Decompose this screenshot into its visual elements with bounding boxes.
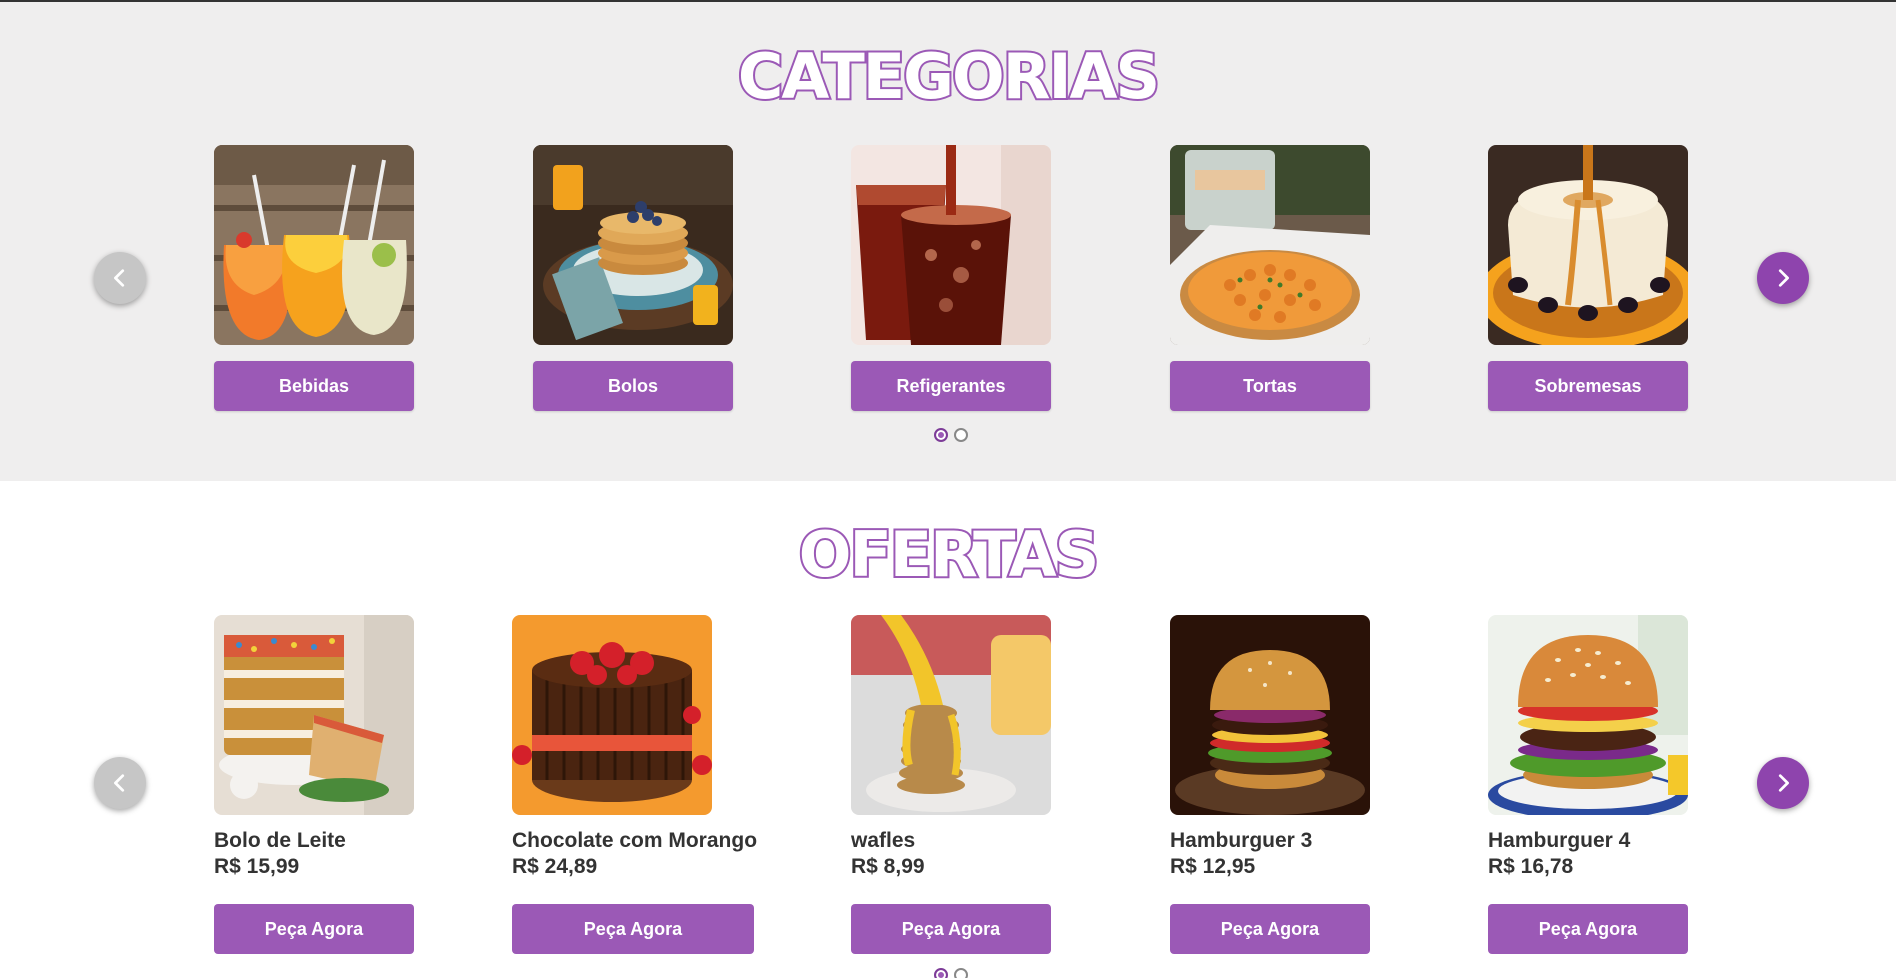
category-button-bolos[interactable]: Bolos bbox=[533, 361, 733, 411]
chevron-right-icon bbox=[1778, 269, 1789, 287]
offer-price-hamburguer-3: R$ 12,95 bbox=[1170, 855, 1256, 878]
category-image-tortas[interactable] bbox=[1170, 145, 1370, 345]
offers-title: OFERTAS bbox=[797, 516, 1101, 593]
category-button-refigerantes[interactable]: Refigerantes bbox=[851, 361, 1051, 411]
order-button-bolo-de-leite[interactable]: Peça Agora bbox=[214, 904, 414, 954]
offers-pagination bbox=[934, 968, 968, 978]
category-image-sobremesas[interactable] bbox=[1488, 145, 1688, 345]
offer-image-bolo-de-leite[interactable] bbox=[214, 615, 414, 815]
category-card-refigerantes: Refigerantes bbox=[851, 145, 1051, 411]
category-card-bolos: Bolos bbox=[533, 145, 733, 411]
chevron-left-icon bbox=[114, 774, 125, 792]
order-button-chocolate-com-morango[interactable]: Peça Agora bbox=[512, 904, 754, 954]
offer-image-hamburguer-3[interactable] bbox=[1170, 615, 1370, 815]
offer-name-wafles: wafles bbox=[851, 829, 916, 852]
offer-card-wafles: wafles R$ 8,99 Peça Agora bbox=[851, 615, 1051, 954]
offers-section: OFERTAS Bolo de Leite R$ 15,99 Peça Agor… bbox=[0, 481, 1896, 978]
offers-page-dot-1[interactable] bbox=[934, 968, 948, 978]
offer-card-hamburguer-3: Hamburguer 3 R$ 12,95 Peça Agora bbox=[1170, 615, 1370, 954]
chevron-right-icon bbox=[1778, 774, 1789, 792]
offer-image-chocolate-com-morango[interactable] bbox=[512, 615, 712, 815]
categories-prev-button[interactable] bbox=[94, 252, 146, 304]
chevron-left-icon bbox=[114, 269, 125, 287]
offer-price-hamburguer-4: R$ 16,78 bbox=[1488, 855, 1574, 878]
order-button-hamburguer-3[interactable]: Peça Agora bbox=[1170, 904, 1370, 954]
categories-page-dot-2[interactable] bbox=[954, 428, 968, 442]
offer-image-hamburguer-4[interactable] bbox=[1488, 615, 1688, 815]
category-image-bolos[interactable] bbox=[533, 145, 733, 345]
category-card-tortas: Tortas bbox=[1170, 145, 1370, 411]
categories-section: CATEGORIAS Bebidas Bolos Refigerantes To… bbox=[0, 2, 1896, 481]
category-button-tortas[interactable]: Tortas bbox=[1170, 361, 1370, 411]
category-card-sobremesas: Sobremesas bbox=[1488, 145, 1688, 411]
offer-price-bolo-de-leite: R$ 15,99 bbox=[214, 855, 300, 878]
offer-name-chocolate-com-morango: Chocolate com Morango bbox=[512, 829, 758, 852]
offer-card-bolo-de-leite: Bolo de Leite R$ 15,99 Peça Agora bbox=[214, 615, 414, 954]
offer-name-hamburguer-3: Hamburguer 3 bbox=[1170, 829, 1313, 852]
offer-price-chocolate-com-morango: R$ 24,89 bbox=[512, 855, 598, 878]
categories-next-button[interactable] bbox=[1757, 252, 1809, 304]
categories-pagination bbox=[934, 428, 968, 442]
offer-name-bolo-de-leite: Bolo de Leite bbox=[214, 829, 346, 852]
offers-prev-button[interactable] bbox=[94, 757, 146, 809]
offers-page-dot-2[interactable] bbox=[954, 968, 968, 978]
offer-card-chocolate-com-morango: Chocolate com Morango R$ 24,89 Peça Agor… bbox=[512, 615, 757, 954]
offer-name-hamburguer-4: Hamburguer 4 bbox=[1488, 829, 1631, 852]
category-image-refigerantes[interactable] bbox=[851, 145, 1051, 345]
categories-page-dot-1[interactable] bbox=[934, 428, 948, 442]
category-card-bebidas: Bebidas bbox=[214, 145, 414, 411]
order-button-hamburguer-4[interactable]: Peça Agora bbox=[1488, 904, 1688, 954]
offers-next-button[interactable] bbox=[1757, 757, 1809, 809]
offer-card-hamburguer-4: Hamburguer 4 R$ 16,78 Peça Agora bbox=[1488, 615, 1688, 954]
offer-price-wafles: R$ 8,99 bbox=[851, 855, 925, 878]
categories-title: CATEGORIAS bbox=[736, 38, 1162, 115]
order-button-wafles[interactable]: Peça Agora bbox=[851, 904, 1051, 954]
offer-image-wafles[interactable] bbox=[851, 615, 1051, 815]
category-image-bebidas[interactable] bbox=[214, 145, 414, 345]
category-button-bebidas[interactable]: Bebidas bbox=[214, 361, 414, 411]
category-button-sobremesas[interactable]: Sobremesas bbox=[1488, 361, 1688, 411]
